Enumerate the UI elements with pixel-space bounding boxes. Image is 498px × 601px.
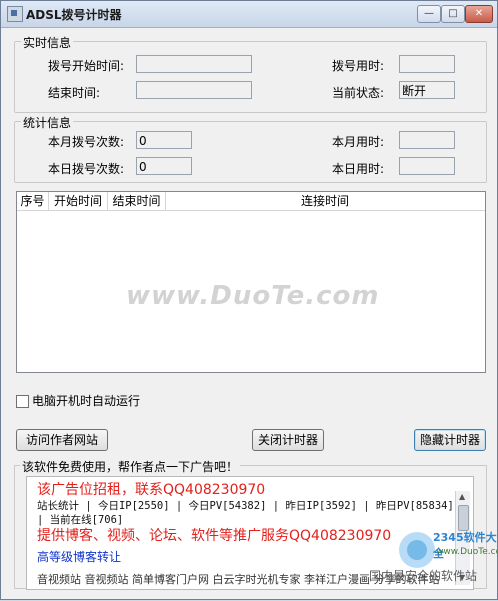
month-time-field[interactable]	[399, 131, 455, 149]
column-header-start[interactable]: 开始时间	[49, 192, 108, 210]
end-time-label: 结束时间:	[48, 86, 101, 100]
autostart-label[interactable]: 电脑开机时自动运行	[32, 392, 140, 409]
column-header-duration[interactable]: 连接时间	[166, 192, 484, 210]
stats-group-title: 统计信息	[21, 114, 74, 131]
dial-start-label: 拨号开始时间:	[48, 59, 125, 73]
month-time-label: 本月用时:	[332, 135, 385, 149]
realtime-group: 实时信息	[14, 34, 487, 113]
app-icon	[7, 6, 23, 22]
realtime-group-title: 实时信息	[21, 34, 74, 51]
month-count-label: 本月拨号次数:	[48, 135, 125, 149]
dial-duration-label: 拨号用时:	[332, 59, 385, 73]
maximize-button[interactable]: □	[441, 5, 465, 23]
end-time-field[interactable]	[136, 81, 252, 99]
visit-author-button[interactable]: 访问作者网站	[16, 429, 108, 451]
hide-timer-button[interactable]: 隐藏计时器	[414, 429, 486, 451]
day-count-label: 本日拨号次数:	[48, 162, 125, 176]
corner-site: www.DuoTe.com	[436, 547, 498, 557]
day-time-label: 本日用时:	[332, 162, 385, 176]
ad-line-rent[interactable]: 该广告位招租，联系QQ408230970	[37, 479, 265, 499]
list-header: 序号 开始时间 结束时间 连接时间	[17, 192, 485, 211]
day-time-field[interactable]	[399, 157, 455, 175]
dial-start-field[interactable]	[136, 55, 252, 73]
status-field[interactable]: 断开	[399, 81, 455, 99]
dial-duration-field[interactable]	[399, 55, 455, 73]
watermark: www.DuoTe.com	[126, 281, 380, 311]
ad-group-title: 该软件免费使用，帮作者点一下广告吧！	[20, 458, 241, 475]
autostart-checkbox[interactable]	[16, 395, 29, 408]
minimize-button[interactable]: —	[417, 5, 441, 23]
close-button[interactable]: ✕	[465, 5, 493, 23]
ad-line-stats[interactable]: 站长统计 | 今日IP[2550] | 今日PV[54382] | 昨日IP[3…	[37, 498, 454, 513]
status-label: 当前状态:	[332, 86, 385, 100]
window-title: ADSL拨号计时器	[26, 8, 122, 22]
month-count-field[interactable]: 0	[136, 131, 192, 149]
scroll-up-icon[interactable]: ▲	[459, 492, 465, 501]
column-header-index[interactable]: 序号	[17, 192, 49, 210]
day-count-field[interactable]: 0	[136, 157, 192, 175]
close-timer-button[interactable]: 关闭计时器	[252, 429, 324, 451]
app-window: ADSL拨号计时器 — □ ✕ 实时信息 拨号开始时间: 结束时间: 拨号用时:…	[0, 0, 498, 600]
title-bar[interactable]: ADSL拨号计时器 — □ ✕	[1, 1, 497, 28]
ad-line-promo[interactable]: 提供博客、视频、论坛、软件等推广服务QQ408230970	[37, 525, 391, 545]
column-header-end[interactable]: 结束时间	[108, 192, 166, 210]
ad-line-blog[interactable]: 高等级博客转让	[37, 548, 121, 565]
corner-tagline: 国内最安全的软件站	[369, 569, 478, 583]
